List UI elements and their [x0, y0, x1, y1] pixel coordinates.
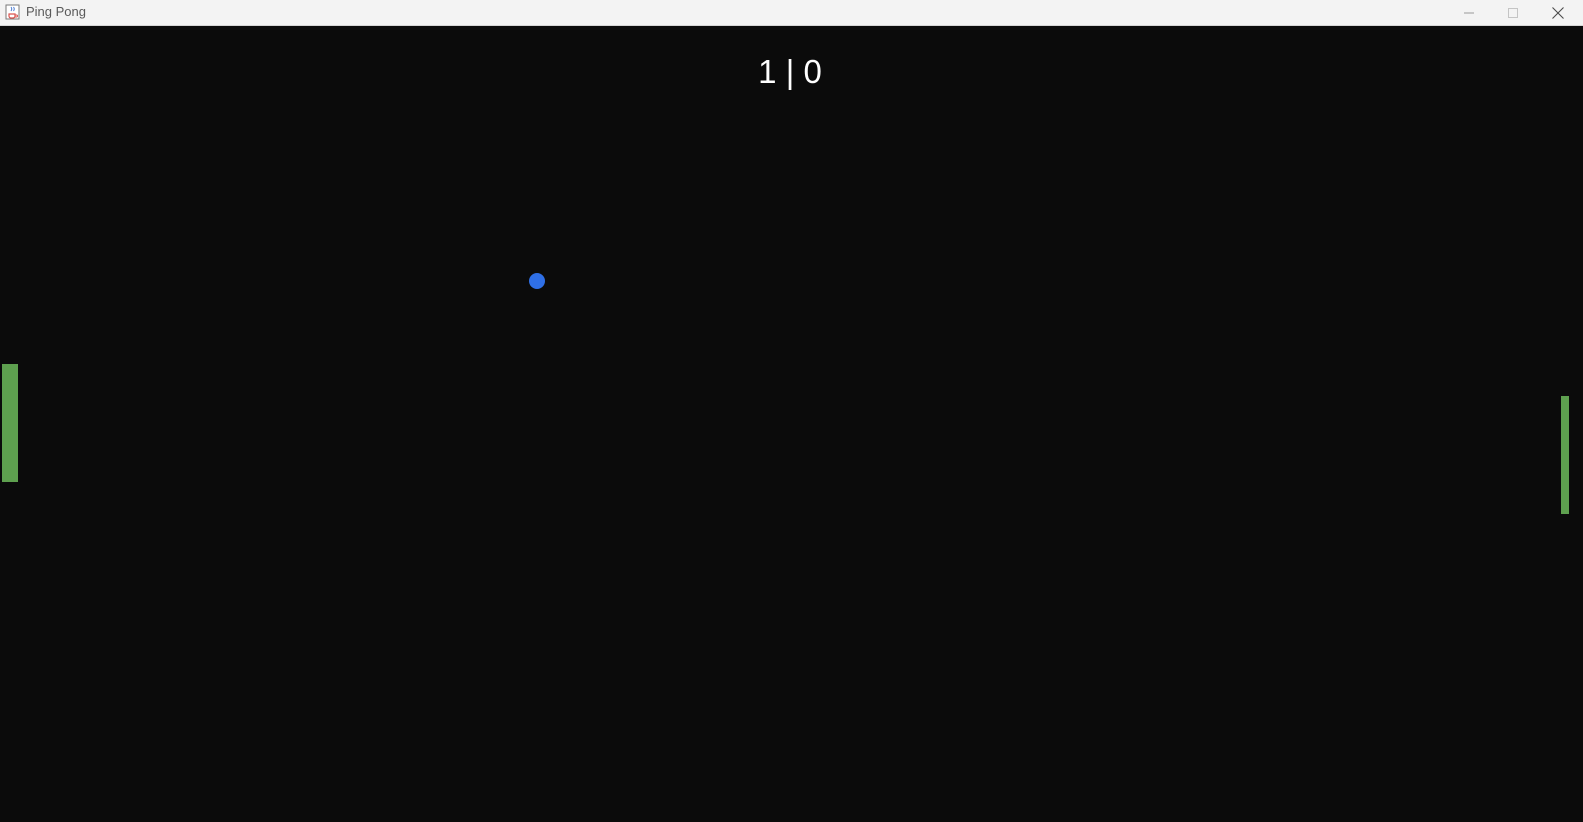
maximize-button[interactable]: [1491, 0, 1535, 25]
right-paddle: [1561, 396, 1569, 514]
maximize-icon: [1508, 7, 1518, 18]
ball: [529, 273, 545, 289]
close-icon: [1552, 6, 1564, 19]
scoreboard: 1 | 0: [0, 53, 1580, 91]
score-left: 1: [758, 53, 777, 90]
title-bar[interactable]: Ping Pong: [0, 0, 1583, 26]
score-separator: |: [785, 53, 795, 90]
close-button[interactable]: [1536, 0, 1580, 25]
java-cup-icon: [5, 4, 20, 20]
minimize-button[interactable]: [1447, 0, 1491, 25]
minimize-icon: [1464, 12, 1474, 13]
window-title: Ping Pong: [26, 4, 86, 19]
left-paddle: [2, 364, 18, 482]
game-window: Ping Pong 1 | 0: [0, 0, 1583, 822]
score-right: 0: [803, 53, 822, 90]
game-canvas[interactable]: 1 | 0: [0, 27, 1583, 822]
